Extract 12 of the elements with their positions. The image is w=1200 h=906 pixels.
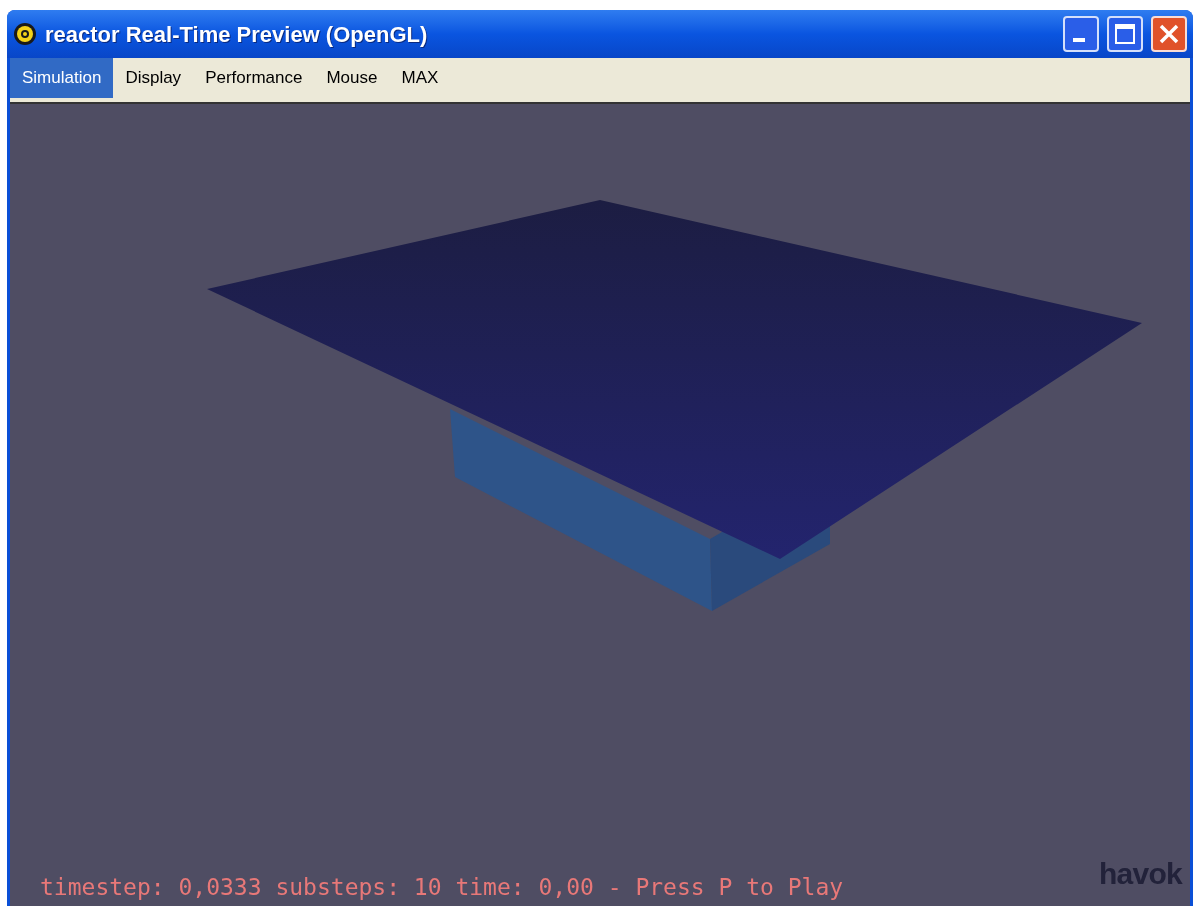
maximize-button[interactable] (1107, 16, 1143, 52)
window-title: reactor Real-Time Preview (OpenGL) (45, 20, 428, 49)
close-icon (1158, 23, 1180, 45)
app-icon (13, 22, 37, 46)
menu-item[interactable]: MAX (389, 58, 451, 98)
menu-item[interactable]: Mouse (314, 58, 390, 98)
menu-item[interactable]: Performance (193, 58, 315, 98)
menu-item[interactable]: Simulation (10, 58, 114, 98)
minimize-button[interactable] (1063, 16, 1099, 52)
status-text: timestep: 0,0333 substeps: 10 time: 0,00 - Press P to Play (40, 872, 844, 902)
close-button[interactable] (1151, 16, 1187, 52)
menu-item[interactable]: Display (113, 58, 194, 98)
